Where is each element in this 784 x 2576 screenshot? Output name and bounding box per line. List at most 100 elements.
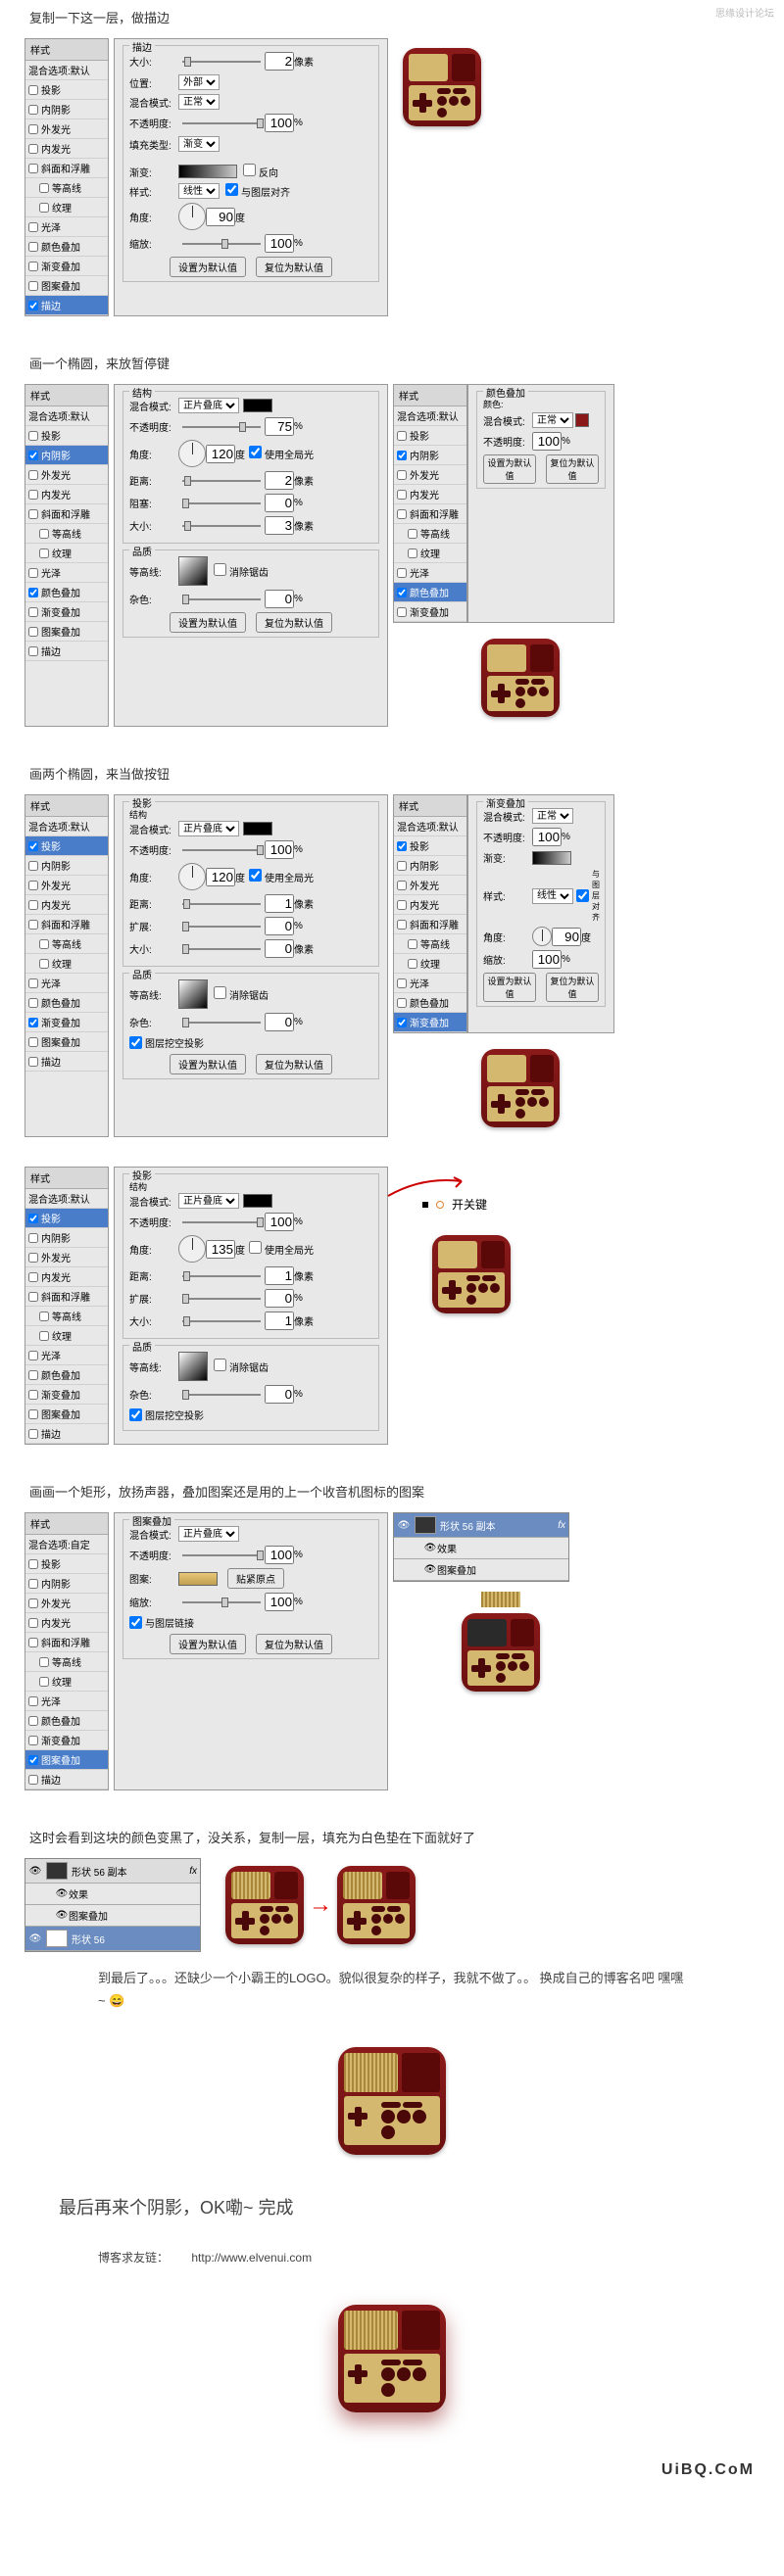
layer-shape56copy[interactable]: 👁 形状 56 副本 fx bbox=[394, 1513, 568, 1538]
style-inner-glow[interactable]: 内发光 bbox=[25, 485, 108, 504]
chk-grad-overlay[interactable] bbox=[28, 262, 38, 271]
fill-select[interactable]: 渐变 bbox=[178, 136, 220, 152]
contour-picker[interactable] bbox=[178, 556, 208, 586]
noise-input[interactable] bbox=[265, 590, 294, 608]
style-contour[interactable]: 等高线 bbox=[25, 178, 108, 198]
reset-default-btn[interactable]: 复位为默认值 bbox=[256, 257, 332, 277]
color-swatch[interactable] bbox=[243, 399, 272, 412]
reset-default-btn[interactable]: 复位为默认值 bbox=[546, 454, 599, 484]
style-color-overlay[interactable]: 颜色叠加 bbox=[25, 583, 108, 602]
angle-dial[interactable] bbox=[178, 440, 206, 467]
layer-effects[interactable]: 👁效果 bbox=[394, 1538, 568, 1559]
size-slider[interactable] bbox=[182, 525, 261, 527]
blend-select[interactable]: 正常 bbox=[532, 412, 573, 428]
dist-slider[interactable] bbox=[182, 480, 261, 482]
dist-input[interactable] bbox=[265, 471, 294, 490]
blend-select[interactable]: 正片叠底 bbox=[178, 821, 239, 836]
set-default-btn[interactable]: 设置为默认值 bbox=[170, 1054, 246, 1074]
layer-shape56[interactable]: 👁 形状 56 bbox=[25, 1927, 200, 1951]
chk-pattern-overlay[interactable] bbox=[28, 281, 38, 291]
angle-dial[interactable] bbox=[178, 203, 206, 230]
style-texture[interactable]: 纹理 bbox=[25, 544, 108, 563]
chk-knockout[interactable] bbox=[129, 1036, 142, 1049]
style-inner-glow[interactable]: 内发光 bbox=[25, 139, 108, 159]
style-satin[interactable]: 光泽 bbox=[25, 217, 108, 237]
chk-texture[interactable] bbox=[39, 203, 49, 213]
style-blend-opts[interactable]: 混合选项:默认 bbox=[25, 61, 108, 80]
style-shadow[interactable]: 投影 bbox=[25, 426, 108, 446]
set-default-btn[interactable]: 设置为默认值 bbox=[483, 454, 536, 484]
style-texture[interactable]: 纹理 bbox=[25, 198, 108, 217]
chk-stroke[interactable] bbox=[28, 301, 38, 310]
chk-bevel[interactable] bbox=[28, 164, 38, 173]
angle-dial[interactable] bbox=[178, 863, 206, 890]
gradient-swatch[interactable] bbox=[178, 165, 237, 178]
style-pattern-overlay[interactable]: 图案叠加 bbox=[25, 622, 108, 642]
style-stroke[interactable]: 描边 bbox=[25, 642, 108, 661]
chk-outer-glow[interactable] bbox=[28, 124, 38, 134]
chk-inner-shadow[interactable] bbox=[28, 105, 38, 115]
noise-slider[interactable] bbox=[182, 598, 261, 600]
eye-icon[interactable]: 👁 bbox=[397, 1520, 411, 1531]
choke-input[interactable] bbox=[265, 494, 294, 512]
blend-select[interactable]: 正常 bbox=[178, 94, 220, 110]
color-swatch[interactable] bbox=[243, 822, 272, 835]
angle-input[interactable] bbox=[206, 445, 235, 463]
chk-global[interactable] bbox=[249, 446, 262, 458]
chk-align[interactable] bbox=[225, 183, 238, 196]
opacity-input[interactable] bbox=[265, 840, 294, 859]
scale-slider[interactable] bbox=[182, 243, 261, 245]
gradient-swatch[interactable] bbox=[532, 851, 571, 865]
chk-link-layer[interactable] bbox=[129, 1616, 142, 1629]
style-inner-shadow[interactable]: 内阴影 bbox=[25, 446, 108, 465]
contour-picker[interactable] bbox=[178, 979, 208, 1009]
position-select[interactable]: 外部 bbox=[178, 74, 220, 90]
set-default-btn[interactable]: 设置为默认值 bbox=[170, 612, 246, 633]
style-shadow[interactable]: 投影 bbox=[25, 80, 108, 100]
reset-default-btn[interactable]: 复位为默认值 bbox=[256, 1054, 332, 1074]
layer-pattern-overlay[interactable]: 👁图案叠加 bbox=[394, 1559, 568, 1581]
size-input[interactable] bbox=[265, 52, 294, 71]
size-input[interactable] bbox=[265, 516, 294, 535]
chk-antialias[interactable] bbox=[214, 563, 226, 576]
style-grad-overlay[interactable]: 渐变叠加 bbox=[25, 602, 108, 622]
chk-shadow[interactable] bbox=[28, 85, 38, 95]
style-opts[interactable]: 混合选项:默认 bbox=[25, 406, 108, 426]
style-pattern-overlay[interactable]: 图案叠加 bbox=[25, 276, 108, 296]
angle-input[interactable] bbox=[206, 868, 235, 886]
pattern-swatch[interactable] bbox=[178, 1572, 218, 1586]
angle-input[interactable] bbox=[206, 208, 235, 226]
snap-btn[interactable]: 贴紧原点 bbox=[227, 1568, 284, 1589]
chk-satin[interactable] bbox=[28, 222, 38, 232]
style-grad-overlay[interactable]: 渐变叠加 bbox=[25, 257, 108, 276]
style-inner-shadow[interactable]: 内阴影 bbox=[25, 100, 108, 119]
style-outer-glow[interactable]: 外发光 bbox=[25, 465, 108, 485]
opacity-input[interactable] bbox=[532, 432, 562, 451]
style-stroke[interactable]: 描边 bbox=[25, 296, 108, 315]
color-swatch[interactable] bbox=[575, 413, 589, 427]
style-bevel[interactable]: 斜面和浮雕 bbox=[25, 159, 108, 178]
reset-default-btn[interactable]: 复位为默认值 bbox=[256, 612, 332, 633]
layer-shape56copy[interactable]: 👁 形状 56 副本 fx bbox=[25, 1859, 200, 1884]
opacity-input[interactable] bbox=[265, 114, 294, 132]
style-bevel[interactable]: 斜面和浮雕 bbox=[25, 504, 108, 524]
scale-input[interactable] bbox=[265, 234, 294, 253]
opacity-slider[interactable] bbox=[182, 426, 261, 428]
set-default-btn[interactable]: 设置为默认值 bbox=[170, 257, 246, 277]
chk-contour[interactable] bbox=[39, 183, 49, 193]
chk-reverse[interactable] bbox=[243, 164, 256, 176]
size-slider[interactable] bbox=[182, 61, 261, 63]
section-title-2: 画一个椭圆，来放暂停键 bbox=[0, 346, 784, 384]
opacity-input[interactable] bbox=[265, 417, 294, 436]
chk-inner-glow[interactable] bbox=[28, 144, 38, 154]
style-color-overlay[interactable]: 颜色叠加 bbox=[25, 237, 108, 257]
style-outer-glow[interactable]: 外发光 bbox=[25, 119, 108, 139]
style-satin[interactable]: 光泽 bbox=[25, 563, 108, 583]
blog-link[interactable]: http://www.elvenui.com bbox=[191, 2251, 312, 2265]
grad-style-select[interactable]: 线性 bbox=[178, 183, 220, 199]
opacity-slider[interactable] bbox=[182, 122, 261, 124]
style-contour[interactable]: 等高线 bbox=[25, 524, 108, 544]
blend-select[interactable]: 正片叠底 bbox=[178, 398, 239, 413]
choke-slider[interactable] bbox=[182, 502, 261, 504]
chk-color-overlay[interactable] bbox=[28, 242, 38, 252]
